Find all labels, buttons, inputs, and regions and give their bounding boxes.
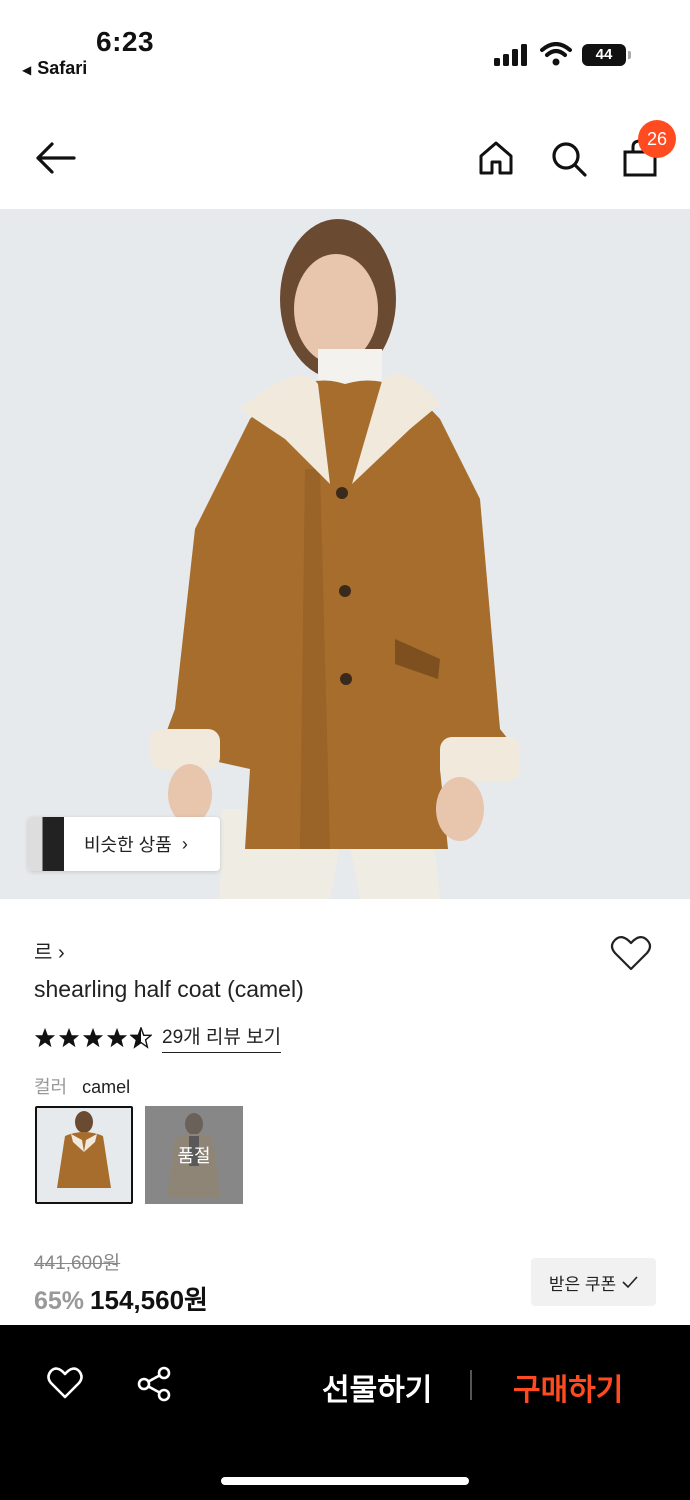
- color-key: 컬러: [34, 1077, 68, 1097]
- reviews-link[interactable]: 29개 리뷰 보기: [162, 1022, 282, 1053]
- cart-count-badge: 26: [638, 120, 676, 158]
- color-value: camel: [82, 1077, 131, 1097]
- similar-thumbnail: [28, 817, 64, 871]
- search-icon[interactable]: [550, 140, 588, 178]
- swatch-image: [37, 1108, 131, 1202]
- back-arrow-icon[interactable]: [34, 140, 76, 176]
- like-heart-icon[interactable]: [47, 1366, 83, 1400]
- price-row: 65% 154,560원: [34, 1280, 208, 1317]
- model-photo: [0, 209, 690, 899]
- rating-row: 29개 리뷰 보기: [34, 1022, 282, 1053]
- home-indicator: [221, 1477, 469, 1485]
- similar-products-label: 비슷한 상품: [84, 835, 172, 855]
- star-icon: [106, 1027, 128, 1047]
- home-icon[interactable]: [478, 140, 514, 176]
- bottom-action-bar: [0, 1325, 690, 1500]
- chevron-right-icon: ›: [57, 942, 65, 964]
- share-icon[interactable]: [136, 1366, 172, 1402]
- color-swatch-soldout[interactable]: 품절: [145, 1106, 243, 1204]
- status-time: 6:23: [96, 26, 155, 57]
- color-row: 컬러 camel: [34, 1073, 130, 1099]
- cellular-signal-icon: [494, 44, 527, 66]
- star-icon: [34, 1027, 56, 1047]
- coupon-label: 받은 쿠폰: [548, 1274, 617, 1294]
- buy-button[interactable]: 구매하기: [513, 1365, 623, 1409]
- back-app-label: Safari: [37, 58, 88, 78]
- gift-button[interactable]: 선물하기: [322, 1365, 432, 1409]
- final-price: 154,560원: [90, 1285, 208, 1315]
- bottom-divider: [470, 1370, 472, 1400]
- chevron-right-icon: ›: [181, 833, 188, 854]
- original-price: 441,600원: [34, 1253, 121, 1274]
- wishlist-heart-icon[interactable]: [610, 934, 652, 972]
- status-bar: 6:23 ◀ Safari 44: [0, 0, 690, 100]
- product-image[interactable]: [0, 209, 690, 899]
- product-name: shearling half coat (camel): [34, 976, 304, 1002]
- wifi-icon: [540, 42, 572, 66]
- back-triangle-icon: ◀: [22, 63, 32, 77]
- received-coupon-button[interactable]: 받은 쿠폰: [531, 1258, 656, 1306]
- brand-name: 르: [34, 942, 53, 964]
- star-icon: [82, 1027, 104, 1047]
- color-swatch-camel[interactable]: [35, 1106, 133, 1204]
- battery-indicator: 44: [582, 44, 631, 66]
- rating-stars: [34, 1026, 152, 1049]
- star-icon: [58, 1027, 80, 1047]
- similar-products-button[interactable]: 비슷한 상품 ›: [28, 817, 220, 871]
- half-star-icon: [130, 1026, 152, 1049]
- discount-rate: 65%: [34, 1287, 85, 1315]
- brand-link[interactable]: 르 ›: [34, 936, 65, 965]
- check-icon: [622, 1276, 638, 1289]
- soldout-label: 품절: [145, 1106, 243, 1204]
- back-to-app-link[interactable]: ◀ Safari: [22, 58, 87, 79]
